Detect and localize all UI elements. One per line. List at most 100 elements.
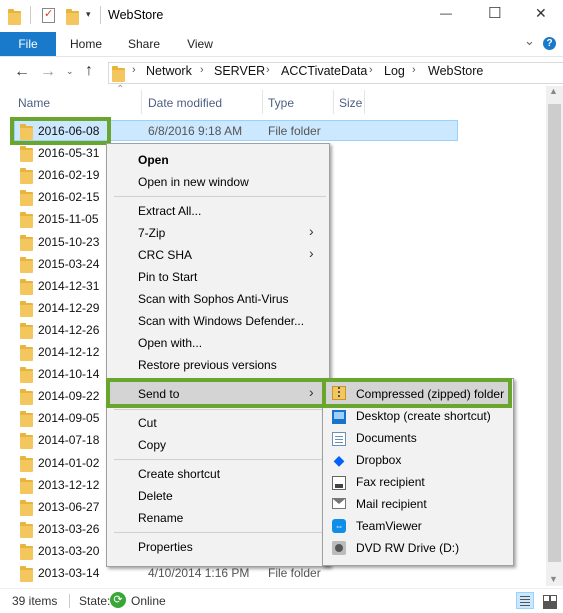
folder-icon	[20, 235, 33, 251]
breadcrumb-separator: ›	[200, 64, 204, 76]
menu-item-pin-to-start[interactable]: Pin to Start	[138, 270, 197, 284]
file-row-name[interactable]: 2014-09-05	[38, 411, 99, 425]
up-button[interactable]: ↑	[85, 62, 93, 80]
file-row-name[interactable]: 2015-11-05	[38, 212, 99, 226]
folder-icon	[20, 433, 33, 449]
divider	[30, 6, 31, 24]
details-view-button[interactable]	[516, 592, 534, 609]
tab-home[interactable]: Home	[66, 32, 106, 56]
file-row-name[interactable]: 2014-12-29	[38, 301, 99, 315]
file-row-name[interactable]: 2013-03-14	[38, 566, 99, 580]
file-row-name[interactable]: 2015-03-24	[38, 257, 99, 271]
divider	[69, 594, 70, 608]
help-glyph: ?	[546, 38, 553, 49]
file-row-name[interactable]: 2016-02-19	[38, 168, 99, 182]
menu-item-restore[interactable]: Restore previous versions	[138, 358, 277, 372]
menu-item-scan-defender[interactable]: Scan with Windows Defender...	[138, 314, 304, 328]
large-icons-view-button[interactable]	[540, 592, 558, 609]
file-row-name[interactable]: 2013-06-27	[38, 500, 99, 514]
submenu-arrow-icon: ›	[309, 223, 314, 239]
file-row-name[interactable]: 2014-09-22	[38, 389, 99, 403]
desktop-icon	[332, 410, 346, 424]
breadcrumb-server[interactable]: SERVER	[214, 64, 265, 78]
menu-item-open[interactable]: Open	[138, 153, 169, 167]
menu-item-crc-sha[interactable]: CRC SHA	[138, 248, 192, 262]
scroll-down-icon[interactable]: ▼	[549, 574, 558, 584]
tab-share[interactable]: Share	[124, 32, 164, 56]
menu-item-scan-sophos[interactable]: Scan with Sophos Anti-Virus	[138, 292, 289, 306]
file-row-name[interactable]: 2014-12-31	[38, 279, 99, 293]
submenu-item-documents[interactable]: Documents	[356, 431, 417, 445]
scrollbar-thumb[interactable]	[548, 104, 561, 562]
menu-item-properties[interactable]: Properties	[138, 540, 193, 554]
submenu-item-mail[interactable]: Mail recipient	[356, 497, 427, 511]
folder-icon	[20, 478, 33, 494]
folder-icon	[20, 146, 33, 162]
menu-item-extract-all[interactable]: Extract All...	[138, 204, 201, 218]
breadcrumb-acctivatedata[interactable]: ACCTivateData	[281, 64, 367, 78]
file-row-name[interactable]: 2013-03-26	[38, 522, 99, 536]
tab-view[interactable]: View	[180, 32, 220, 56]
folder-icon	[8, 9, 21, 25]
menu-separator	[114, 196, 326, 197]
forward-button[interactable]: →	[40, 63, 56, 81]
file-row-name[interactable]: 2016-05-31	[38, 146, 99, 160]
minimize-button[interactable]: —	[440, 6, 452, 20]
submenu-item-teamviewer[interactable]: TeamViewer	[356, 519, 422, 533]
submenu-item-desktop[interactable]: Desktop (create shortcut)	[356, 409, 491, 423]
menu-item-cut[interactable]: Cut	[138, 416, 157, 430]
properties-qat-icon[interactable]: ✓	[42, 8, 55, 23]
file-row-name[interactable]: 2015-10-23	[38, 235, 99, 249]
ribbon-expand-icon[interactable]: ⌄	[524, 33, 535, 49]
menu-item-create-shortcut[interactable]: Create shortcut	[138, 467, 220, 481]
maximize-button[interactable]: ☐	[488, 4, 501, 22]
breadcrumb-network[interactable]: Network	[146, 64, 192, 78]
column-divider[interactable]	[262, 90, 263, 114]
menu-item-copy[interactable]: Copy	[138, 438, 166, 452]
menu-item-rename[interactable]: Rename	[138, 511, 183, 525]
back-button[interactable]: ←	[14, 63, 30, 81]
column-header-name[interactable]: Name	[18, 96, 50, 110]
column-header-type[interactable]: Type	[268, 96, 294, 110]
menu-item-7zip[interactable]: 7-Zip	[138, 226, 165, 240]
divider	[100, 6, 101, 24]
file-row-name[interactable]: 2014-10-14	[38, 367, 99, 381]
submenu-item-dropbox[interactable]: Dropbox	[356, 453, 401, 467]
file-row-name[interactable]: 2013-03-20	[38, 544, 99, 558]
menu-item-delete[interactable]: Delete	[138, 489, 173, 503]
menu-item-open-new-window[interactable]: Open in new window	[138, 175, 249, 189]
recent-locations-icon[interactable]: ⌄	[66, 66, 74, 77]
folder-icon	[20, 500, 33, 516]
menu-item-open-with[interactable]: Open with...	[138, 336, 202, 350]
file-row-name[interactable]: 2014-07-18	[38, 433, 99, 447]
file-row-name[interactable]: 2014-12-12	[38, 345, 99, 359]
breadcrumb-webstore[interactable]: WebStore	[428, 64, 483, 78]
help-icon[interactable]: ?	[543, 37, 556, 50]
scroll-up-icon[interactable]: ▲	[549, 86, 558, 96]
folder-icon	[20, 367, 33, 383]
file-row-name[interactable]: 2014-01-02	[38, 456, 99, 470]
breadcrumb-separator: ›	[369, 64, 373, 76]
highlight-box	[106, 378, 328, 408]
file-row-name[interactable]: 2013-12-12	[38, 478, 99, 492]
column-divider[interactable]	[141, 90, 142, 114]
fax-icon	[332, 476, 346, 490]
folder-icon	[20, 566, 33, 582]
folder-icon	[20, 301, 33, 317]
submenu-item-dvd[interactable]: DVD RW Drive (D:)	[356, 541, 459, 555]
column-header-date[interactable]: Date modified	[148, 96, 222, 110]
file-row-name[interactable]: 2016-02-15	[38, 190, 99, 204]
file-row-name[interactable]: 2014-12-26	[38, 323, 99, 337]
status-bar: 39 items State: ⟳ Online	[0, 588, 563, 613]
sort-indicator-icon: ⌃	[116, 84, 125, 95]
column-divider[interactable]	[364, 90, 365, 114]
submenu-item-fax[interactable]: Fax recipient	[356, 475, 425, 489]
breadcrumb-log[interactable]: Log	[384, 64, 405, 78]
new-folder-qat-icon[interactable]	[66, 9, 79, 25]
column-divider[interactable]	[333, 90, 334, 114]
close-button[interactable]: ✕	[535, 5, 547, 22]
menu-separator	[114, 459, 326, 460]
tab-file[interactable]: File	[0, 32, 56, 56]
column-header-size[interactable]: Size	[339, 96, 362, 110]
qat-dropdown-icon[interactable]: ▾	[86, 9, 91, 20]
